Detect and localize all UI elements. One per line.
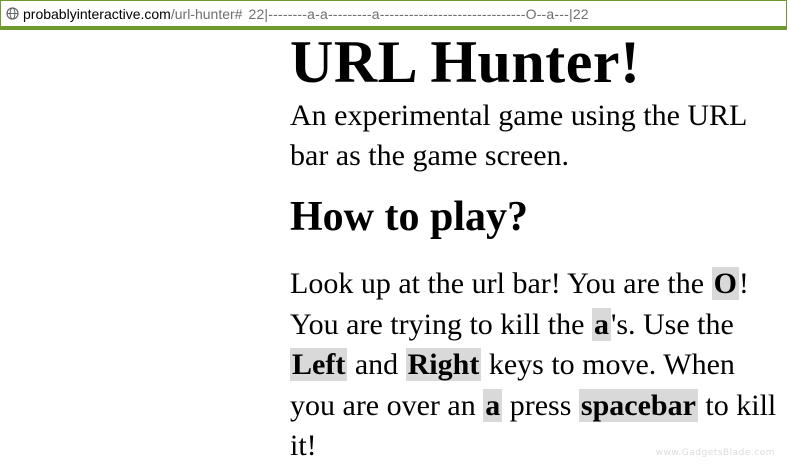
right-key: Right bbox=[405, 348, 482, 381]
globe-icon bbox=[6, 7, 19, 20]
page-title: URL Hunter! bbox=[290, 29, 641, 95]
address-bar[interactable]: probablyinteractive.com /url-hunter# 22|… bbox=[0, 0, 787, 30]
enemy-symbol: a bbox=[591, 307, 611, 341]
url-path: /url-hunter# bbox=[170, 5, 243, 22]
left-key: Left bbox=[290, 348, 348, 381]
url-domain: probablyinteractive.com bbox=[23, 5, 171, 22]
instructions-text: Look up at the url bar! You are the bbox=[290, 267, 712, 300]
watermark: www.GadgetsBlade.com bbox=[655, 448, 775, 458]
game-screen: 22|--------a-a---------a----------------… bbox=[248, 5, 589, 22]
instructions-text: 's. Use the bbox=[610, 307, 734, 341]
spacebar-key: spacebar bbox=[578, 388, 698, 422]
page-subtitle: An experimental game using the URL bar a… bbox=[290, 99, 747, 172]
how-to-play-heading: How to play? bbox=[290, 194, 529, 240]
instructions-text: press bbox=[502, 388, 579, 422]
instructions-paragraph: Look up at the url bar! You are the O! Y… bbox=[290, 264, 785, 467]
main-content: URL Hunter! An experimental game using t… bbox=[290, 29, 785, 467]
enemy-symbol: a bbox=[483, 388, 503, 422]
instructions-text: and bbox=[347, 348, 406, 381]
player-symbol: O bbox=[711, 267, 739, 300]
